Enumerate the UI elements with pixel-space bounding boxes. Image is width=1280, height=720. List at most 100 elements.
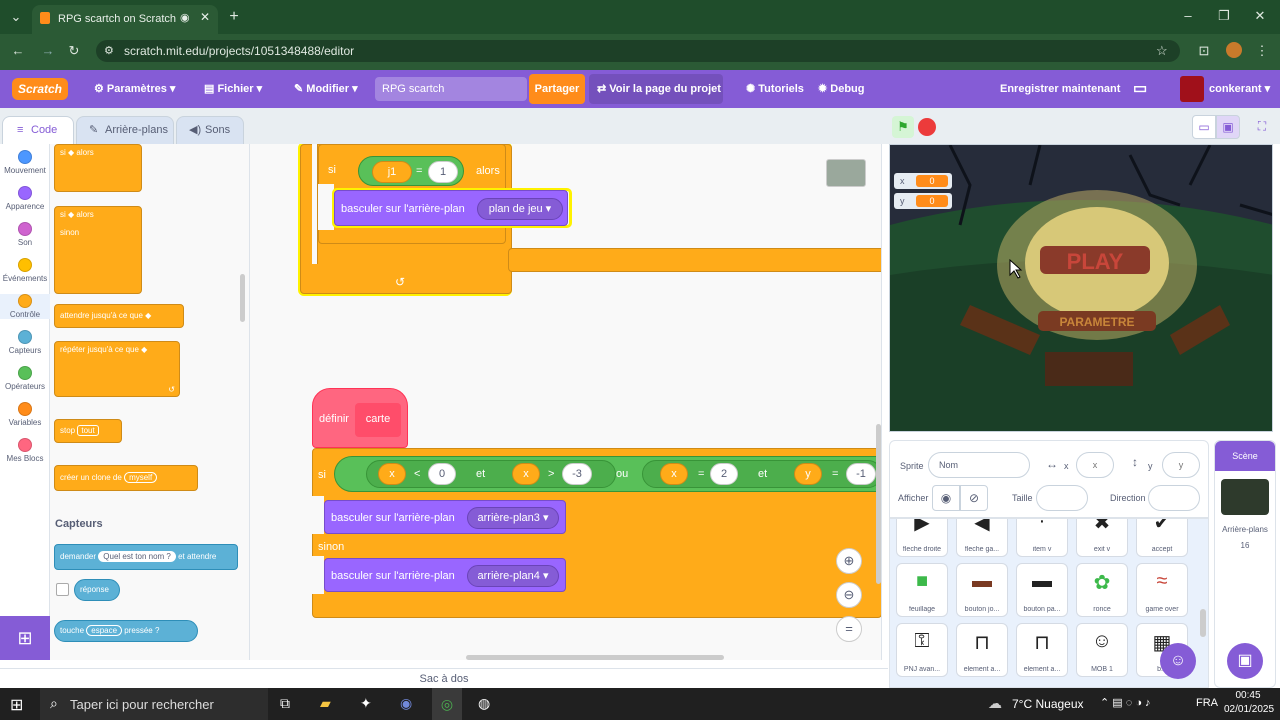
sprite-tile[interactable]: ☺ MOB 1 bbox=[1076, 623, 1128, 677]
edit-menu[interactable]: ✎ Modifier ▾ bbox=[294, 70, 358, 108]
category-looks[interactable]: Apparence bbox=[0, 186, 50, 211]
sprite-tile[interactable]: ⊓ element a... bbox=[956, 623, 1008, 677]
y-reporter[interactable]: y bbox=[794, 463, 822, 485]
app-icon[interactable]: ◍ bbox=[478, 695, 490, 712]
bookmark-star-icon[interactable]: ☆ bbox=[1156, 43, 1168, 59]
size-input[interactable] bbox=[1036, 485, 1088, 511]
large-stage-icon[interactable]: ▣ bbox=[1216, 115, 1240, 139]
palette-if-else-block[interactable]: si ◆ alors sinon bbox=[54, 206, 142, 294]
zoom-reset-icon[interactable]: = bbox=[836, 616, 862, 642]
stage-canvas[interactable]: PLAY PARAMETRE x0 y0 bbox=[889, 144, 1273, 432]
sprite-tile[interactable]: · item v bbox=[1016, 519, 1068, 557]
tab-backdrops[interactable]: ✎ Arrière-plans bbox=[76, 116, 174, 144]
sprite-tile[interactable]: ▬ bouton jo... bbox=[956, 563, 1008, 617]
stage-thumbnail[interactable] bbox=[1221, 479, 1269, 515]
answer-checkbox[interactable] bbox=[56, 583, 69, 596]
reload-icon[interactable]: ↻ bbox=[64, 40, 84, 62]
cast-icon[interactable]: ⊡ bbox=[1194, 40, 1214, 62]
tutorials-button[interactable]: ✺ Tutoriels bbox=[746, 70, 804, 108]
debug-button[interactable]: ✹ Debug bbox=[818, 70, 865, 108]
sprite-tile[interactable]: ◀ fleche ga... bbox=[956, 519, 1008, 557]
minimize-icon[interactable]: – bbox=[1178, 5, 1198, 27]
x-reporter[interactable]: x bbox=[378, 463, 406, 485]
x-reporter[interactable]: x bbox=[512, 463, 540, 485]
value-input[interactable]: -1 bbox=[846, 463, 876, 485]
sprite-tile[interactable]: ▬ bouton pa... bbox=[1016, 563, 1068, 617]
tray-icons[interactable]: ⌃ ▤ ◌ ◑ ♪ bbox=[1100, 696, 1151, 709]
close-window-icon[interactable]: ✕ bbox=[1250, 5, 1270, 27]
show-eye-icon[interactable]: ◉ bbox=[932, 485, 960, 511]
file-menu[interactable]: ▤ Fichier ▾ bbox=[204, 70, 262, 108]
sprite-tile[interactable]: ■ feuillage bbox=[896, 563, 948, 617]
stage-target-panel[interactable]: Scène Arrière-plans 16 ▣ bbox=[1214, 440, 1276, 688]
zoom-in-icon[interactable]: ⊕ bbox=[836, 548, 862, 574]
sprite-name-input[interactable] bbox=[928, 452, 1030, 478]
key-dropdown[interactable]: espace bbox=[86, 625, 123, 636]
scratch-logo[interactable]: Scratch bbox=[12, 78, 68, 100]
profile-avatar[interactable] bbox=[1226, 42, 1242, 58]
palette-stop-block[interactable]: stop tout bbox=[54, 419, 122, 443]
backpack-bar[interactable]: Sac à dos bbox=[0, 668, 888, 688]
tab-sounds[interactable]: ◀) Sons bbox=[176, 116, 244, 144]
user-avatar[interactable] bbox=[1180, 76, 1204, 102]
palette-wait-until-block[interactable]: attendre jusqu'à ce que ◆ bbox=[54, 304, 184, 328]
see-project-page-button[interactable]: ⇄ Voir la page du projet bbox=[589, 74, 723, 104]
project-title-input[interactable]: RPG scartch bbox=[375, 77, 527, 101]
new-tab-button[interactable]: + bbox=[224, 6, 244, 28]
script-workspace[interactable]: si j1 = 1 alors basculer sur l'arrière-p… bbox=[250, 144, 882, 660]
workspace-v-scrollbar[interactable] bbox=[876, 424, 881, 584]
workspace-h-scrollbar[interactable] bbox=[466, 655, 724, 660]
sprite-tile[interactable]: ⚿ PNJ avan... bbox=[896, 623, 948, 677]
switch-backdrop-block[interactable]: basculer sur l'arrière-plan arrière-plan… bbox=[324, 500, 566, 534]
close-tab-icon[interactable]: ✕ bbox=[200, 10, 210, 24]
sprite-tile[interactable]: ▶ fleche droite bbox=[896, 519, 948, 557]
sprite-tile[interactable]: ✿ ronce bbox=[1076, 563, 1128, 617]
windows-start-icon[interactable]: ⊞ bbox=[10, 695, 23, 715]
file-explorer-icon[interactable]: ▰ bbox=[320, 695, 331, 712]
sprite-tile[interactable]: ⊓ element a... bbox=[1016, 623, 1068, 677]
sprite-list-scrollbar[interactable] bbox=[1200, 609, 1206, 637]
app-icon[interactable]: ✦ bbox=[360, 695, 372, 712]
maximize-icon[interactable]: ❐ bbox=[1214, 5, 1234, 27]
tab-code[interactable]: ≡ Code bbox=[2, 116, 74, 144]
choose-sprite-icon[interactable]: ☺ bbox=[1160, 643, 1196, 679]
define-block-name[interactable]: carte bbox=[355, 403, 401, 437]
settings-menu[interactable]: ⚙ Paramètres ▾ bbox=[94, 70, 175, 108]
taskbar-search[interactable]: ⌕ Taper ici pour rechercher bbox=[40, 688, 268, 720]
stop-icon[interactable] bbox=[918, 118, 936, 136]
x-input[interactable] bbox=[1076, 452, 1114, 478]
media-icon[interactable]: ◉ bbox=[180, 11, 190, 24]
value-input[interactable]: -3 bbox=[562, 463, 592, 485]
backdrop-dropdown[interactable]: arrière-plan3 ▾ bbox=[467, 507, 559, 529]
language-indicator[interactable]: FRA bbox=[1196, 697, 1218, 709]
back-icon[interactable]: ← bbox=[8, 40, 28, 62]
account-menu[interactable]: conkerant ▾ bbox=[1209, 70, 1270, 108]
param-button-text[interactable]: PARAMETRE bbox=[1059, 315, 1134, 329]
task-view-icon[interactable]: ⧉ bbox=[280, 695, 290, 712]
url-field[interactable]: ⚙ scratch.mit.edu/projects/1051348488/ed… bbox=[96, 40, 1180, 62]
x-reporter[interactable]: x bbox=[660, 463, 688, 485]
category-sound[interactable]: Son bbox=[0, 222, 50, 247]
category-my-blocks[interactable]: Mes Blocs bbox=[0, 438, 50, 463]
backdrop-dropdown[interactable]: arrière-plan4 ▾ bbox=[467, 565, 559, 587]
sprite-tile[interactable]: ✔ accept bbox=[1136, 519, 1188, 557]
category-motion[interactable]: Mouvement bbox=[0, 150, 50, 175]
category-variables[interactable]: Variables bbox=[0, 402, 50, 427]
browser-menu-icon[interactable]: ⋮ bbox=[1252, 40, 1272, 62]
palette-scrollbar[interactable] bbox=[240, 274, 245, 322]
clone-dropdown[interactable]: myself bbox=[124, 472, 158, 483]
palette-create-clone-block[interactable]: créer un clone de myself bbox=[54, 465, 198, 491]
play-button-text[interactable]: PLAY bbox=[1067, 249, 1124, 274]
extensions-button[interactable]: ⊞ bbox=[0, 616, 50, 660]
switch-backdrop-block[interactable]: basculer sur l'arrière-plan arrière-plan… bbox=[324, 558, 566, 592]
value-input[interactable]: 2 bbox=[710, 463, 738, 485]
discord-icon[interactable]: ◉ bbox=[400, 695, 412, 712]
palette-if-then-block[interactable]: si ◆ alors bbox=[54, 144, 142, 192]
clock-time[interactable]: 00:45 bbox=[1228, 690, 1268, 701]
chrome-icon[interactable]: ◎ bbox=[432, 688, 462, 720]
palette-answer-block[interactable]: réponse bbox=[74, 579, 120, 601]
choose-backdrop-icon[interactable]: ▣ bbox=[1227, 643, 1263, 679]
forward-icon[interactable]: → bbox=[38, 40, 58, 62]
clock-date[interactable]: 02/01/2025 bbox=[1224, 704, 1274, 715]
tab-list-icon[interactable]: ⌄ bbox=[6, 6, 26, 28]
